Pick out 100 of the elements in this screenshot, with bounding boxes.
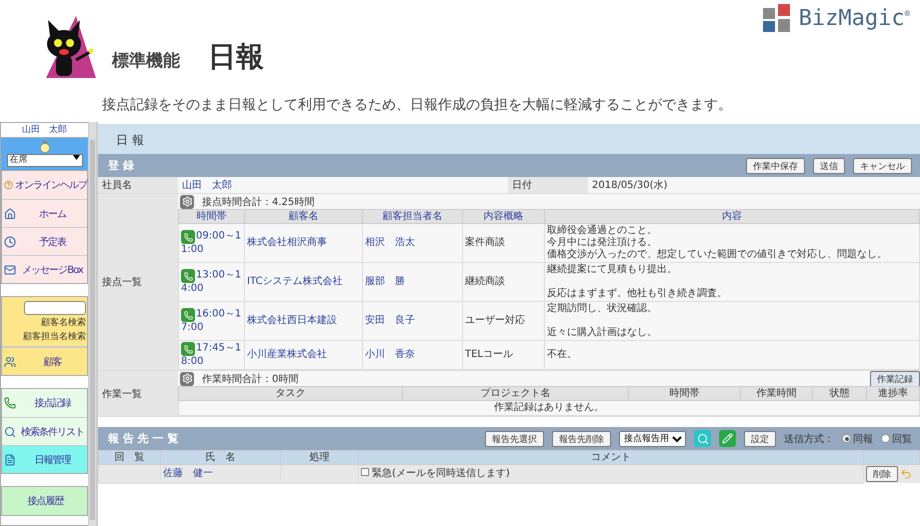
feature-category: 標準機能 xyxy=(112,50,180,72)
document-icon xyxy=(4,454,16,466)
sidebar-item[interactable]: 接点履歴 xyxy=(2,487,87,515)
total-text: 接点時間合計：4.25時間 xyxy=(202,196,316,208)
column-header: 作業時間 xyxy=(740,386,812,400)
table-cell: 小川 香奈 xyxy=(362,340,462,370)
home-icon xyxy=(4,208,16,220)
search-link[interactable]: 顧客担当名検索 xyxy=(23,330,86,343)
contact-icon xyxy=(181,269,195,283)
dropdown-arrow-icon xyxy=(72,155,80,161)
settings-icon[interactable] xyxy=(180,194,194,208)
column-header: 進捗率 xyxy=(866,386,920,400)
table-cell: 安田 良子 xyxy=(362,302,462,340)
search-icon[interactable] xyxy=(694,430,711,447)
help-icon xyxy=(4,179,13,191)
clock-icon xyxy=(4,236,16,248)
content-line: 価格交渉が入ったので、想定していた範囲での値引きで対応し、問題なし。 xyxy=(547,249,888,261)
radio-option[interactable]: 回覧 xyxy=(881,432,912,446)
table-cell: 株式会社相沢商事 xyxy=(244,224,362,262)
field-label: 日付 xyxy=(508,177,588,193)
column-header: 内容 xyxy=(544,210,920,224)
table-cell: 服部 勝 xyxy=(362,262,462,302)
table-cell: 13:00～14:00 xyxy=(178,262,244,302)
page-title: 日 報 xyxy=(98,124,920,154)
contact-icon xyxy=(181,230,195,244)
employee-name: 山田 太郎 xyxy=(178,177,508,193)
search-link[interactable]: 顧客名検索 xyxy=(41,316,86,329)
section-header-bar: 報 告 先 一 覧 報告先選択 報告先削除 接点報告用 設定 送信方式： 同報 回覧 xyxy=(98,427,920,450)
brand-logo-icon xyxy=(762,4,791,32)
table-cell: 小川産業株式会社 xyxy=(244,340,362,370)
field-label: 接点一覧 xyxy=(98,194,178,370)
status-select[interactable]: 在席 xyxy=(6,154,82,167)
date-value: 2018/05/30(水) xyxy=(588,177,920,193)
pencil-icon[interactable] xyxy=(719,430,736,447)
action-button[interactable]: 送信 xyxy=(813,158,845,174)
action-button[interactable]: 報告先削除 xyxy=(552,430,611,446)
table-cell: 佐藤 健一 xyxy=(160,464,280,483)
settings-button[interactable]: 設定 xyxy=(744,430,776,446)
table-cell: 16:00～17:00 xyxy=(178,302,244,340)
brand-name: BizMagic$^{®}$ xyxy=(798,6,910,30)
empty-message: 作業記録はありません。 xyxy=(178,400,920,416)
table-cell: TELコール xyxy=(462,340,544,370)
radio-option[interactable]: 同報 xyxy=(842,432,873,446)
user-name: 山田 太郎 xyxy=(1,123,88,138)
sidebar-item[interactable]: オンラインヘルプ xyxy=(2,171,87,199)
content-line: 継続提案にて見積もり提出。 xyxy=(547,264,678,276)
column-header: 氏 名 xyxy=(160,450,280,464)
content-line: 取締役会通過とのこと。 xyxy=(547,225,658,236)
light-bulb-icon xyxy=(40,140,50,154)
customer-search-field[interactable] xyxy=(24,301,86,315)
send-method-label: 送信方式： xyxy=(784,432,834,446)
delete-button[interactable]: 削除 xyxy=(866,466,898,482)
page-heading: 日報 xyxy=(208,39,264,75)
table-cell: 株式会社西日本建設 xyxy=(244,302,362,340)
column-header: 時間帯 xyxy=(178,210,244,224)
phone-icon xyxy=(4,397,16,409)
content-line: 今月中には発注頂ける。 xyxy=(547,237,658,248)
total-text: 作業時間合計：0時間 xyxy=(202,372,300,386)
content-line: 定期訪問し、状況確認。 xyxy=(547,303,658,315)
column-header: 状態 xyxy=(812,386,866,400)
section-header-bar: 登 録 作業中保存 送信 キャンセル xyxy=(98,154,920,177)
action-button[interactable]: キャンセル xyxy=(853,158,912,174)
contact-icon xyxy=(181,342,195,356)
column-header: 顧客名 xyxy=(244,210,362,224)
column-header: 顧客担当者名 xyxy=(362,210,462,224)
contact-icon xyxy=(181,308,195,322)
table-cell: ITCシステム株式会社 xyxy=(244,262,362,302)
column-header: 回 覧 xyxy=(98,450,160,464)
sidebar-item[interactable]: 日報管理 xyxy=(2,445,87,473)
urgent-checkbox[interactable]: 緊急(メールを同時送信します) xyxy=(361,468,510,479)
column-header: 内容概略 xyxy=(462,210,544,224)
content-line: 不在。 xyxy=(547,349,578,361)
sidebar-item[interactable]: 接点記録 xyxy=(2,389,87,417)
action-button[interactable]: 報告先選択 xyxy=(485,430,544,446)
field-label: 作業一覧 xyxy=(98,371,178,416)
content-line: 近々に購入計画はなし。 xyxy=(547,327,658,339)
table-cell: 継続商談 xyxy=(462,262,544,302)
column-header: 時間帯 xyxy=(628,386,740,400)
column-header: タスク xyxy=(178,386,402,400)
people-icon xyxy=(4,356,16,368)
column-header: コメント xyxy=(358,450,864,464)
sidebar-item[interactable]: ホーム xyxy=(2,199,87,227)
template-select[interactable]: 接点報告用 xyxy=(619,430,686,446)
task-record-button[interactable]: 作業記録 xyxy=(870,370,920,386)
table-cell: 案件商談 xyxy=(462,224,544,262)
description-text: 接点記録をそのまま日報として利用できるため、日報作成の負担を大幅に軽減することができます。 xyxy=(102,96,733,114)
sidebar-item[interactable]: 予定表 xyxy=(2,227,87,255)
settings-icon[interactable] xyxy=(180,372,194,386)
table-cell: 09:00～11:00 xyxy=(178,224,244,262)
action-button[interactable]: 作業中保存 xyxy=(746,158,805,174)
table-cell: 相沢 浩太 xyxy=(362,224,462,262)
table-cell: ユーザー対応 xyxy=(462,302,544,340)
column-header: プロジェクト名 xyxy=(402,386,628,400)
sidebar-item[interactable]: 顧客 xyxy=(2,347,87,375)
content-line: 反応はまずまず。他社も引き続き調査。 xyxy=(547,288,728,300)
mail-icon xyxy=(4,264,16,276)
table-cell: 17:45～18:00 xyxy=(178,340,244,370)
search-icon xyxy=(4,426,16,438)
sidebar-item[interactable]: メッセージBox xyxy=(2,255,87,283)
field-label: 社員名 xyxy=(98,177,178,193)
